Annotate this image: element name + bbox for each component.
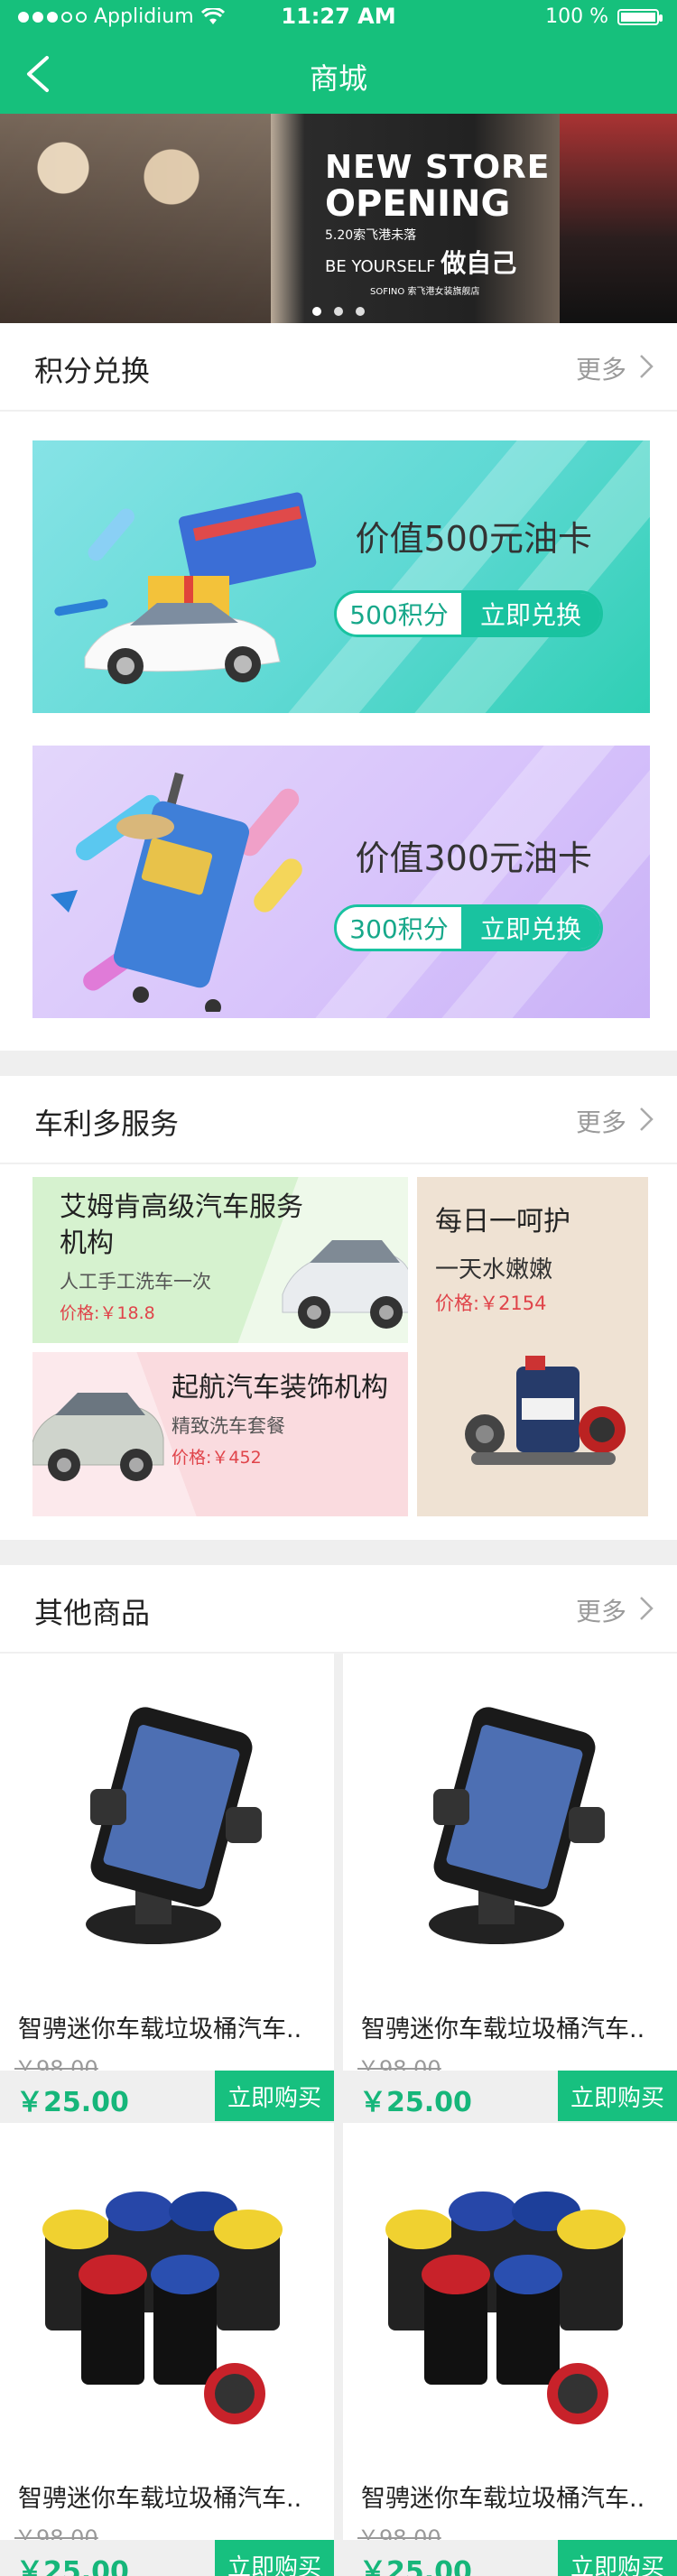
product-card[interactable]: 智骋迷你车载垃圾桶汽车.. ￥98.00 ￥25.00 立即购买 [343,2123,677,2576]
product-card[interactable]: 智骋迷你车载垃圾桶汽车.. ￥98.00 ￥25.00 立即购买 [343,1654,677,2121]
banner-photo-left [0,114,271,323]
app-root: Applidium 11:27 AM 100 % 商城 NEW STORE OP… [0,0,677,2576]
product-name: 智骋迷你车载垃圾桶汽车.. [18,2015,302,2043]
points-cost: 500积分 [337,593,461,635]
page-title: 商城 [309,61,367,96]
product-card[interactable]: 智骋迷你车载垃圾桶汽车.. ￥98.00 ￥25.00 立即购买 [0,1654,334,2121]
redeem-label: 立即兑换 [461,593,600,635]
luggage-illustration [51,772,302,1012]
car-services-section: 车利多服务 更多 艾姆肯高级汽车服务机构 人工手工洗车一次 价格:￥18.8 起… [0,1076,677,1540]
product-price-bar: ￥25.00 立即购买 [0,2540,334,2576]
product-name: 智骋迷你车载垃圾桶汽车.. [18,2485,302,2513]
promo-banner[interactable]: NEW STORE OPENING 5.20索飞港未落 BE YOURSELF … [0,114,677,323]
buy-now-button[interactable]: 立即购买 [558,2071,677,2121]
section-header: 车利多服务 更多 [0,1076,677,1164]
service-tile-carwash[interactable]: 艾姆肯高级汽车服务机构 人工手工洗车一次 价格:￥18.8 [32,1177,408,1343]
buy-now-button[interactable]: 立即购买 [215,2540,334,2576]
status-bar: Applidium 11:27 AM 100 % [0,0,677,36]
pager-dot[interactable] [312,307,321,316]
banner-subline: 5.20索飞港未落 [325,228,417,243]
exchange-card-oil-300[interactable]: 价值300元油卡 300积分 立即兑换 [32,746,650,1018]
section-header: 积分兑换 更多 [0,323,677,412]
battery-icon [617,8,663,25]
banner-headline-2: OPENING [325,183,511,225]
service-tile-decoration[interactable]: 起航汽车装饰机构 精致洗车套餐 价格:￥452 [32,1352,408,1516]
points-cost: 300积分 [337,907,461,949]
status-battery-group: 100 % [545,5,663,28]
car-gift-illustration [54,492,317,684]
product-name: 智骋迷你车载垃圾桶汽车.. [361,2015,645,2043]
battery-percent: 100 % [545,5,608,28]
redeem-label: 立即兑换 [461,907,600,949]
service-price: 价格:￥2154 [435,1293,547,1314]
trash-bin-image [0,2123,334,2457]
motor-oil-image [465,1356,626,1465]
section-title: 车利多服务 [34,1107,180,1141]
car-image [32,1393,164,1481]
service-price: 价格:￥452 [172,1448,262,1468]
exchange-card-title: 价值500元油卡 [355,519,592,559]
service-desc: 精致洗车套餐 [172,1415,285,1437]
points-exchange-section: 积分兑换 更多 价值500元油卡 500积分 立即兑换 价值300元油卡 300… [0,323,677,1051]
banner-photo-right [560,114,677,323]
product-price: ￥25.00 [359,2087,472,2118]
redeem-button[interactable]: 300积分 立即兑换 [334,904,603,951]
pager-dot[interactable] [356,307,365,316]
banner-tagline-en: BE YOURSELF [325,257,436,276]
nav-bar: 商城 [0,36,677,114]
redeem-button[interactable]: 500积分 立即兑换 [334,590,603,637]
product-price: ￥25.00 [16,2087,129,2118]
section-header: 其他商品 更多 [0,1565,677,1654]
buy-now-button[interactable]: 立即购买 [558,2540,677,2576]
buy-now-button[interactable]: 立即购买 [215,2071,334,2121]
chevron-right-icon[interactable] [639,1107,654,1132]
banner-pager[interactable] [0,307,677,316]
banner-headline-1: NEW STORE [325,149,551,186]
service-name: 每日一呵护 [435,1206,570,1237]
banner-tagline: BE YOURSELF 做自己 [325,244,550,280]
product-price: ￥25.00 [359,2556,472,2576]
service-tile-care[interactable]: 每日一呵护 一天水嫩嫩 价格:￥2154 [417,1177,648,1516]
exchange-card-oil-500[interactable]: 价值500元油卡 500积分 立即兑换 [32,440,650,713]
product-price-bar: ￥25.00 立即购买 [343,2071,677,2121]
product-price: ￥25.00 [16,2556,129,2576]
more-link[interactable]: 更多 [576,1103,626,1139]
section-title: 其他商品 [34,1596,151,1630]
trash-bin-image [343,2123,677,2457]
more-link[interactable]: 更多 [576,350,626,386]
phone-holder-image [0,1654,334,1988]
phone-holder-image [343,1654,677,1988]
other-products-section: 其他商品 更多 智骋迷你车载垃圾桶汽车.. ￥98.00 ￥25.00 立即购买 [0,1565,677,2576]
product-name: 智骋迷你车载垃圾桶汽车.. [361,2485,645,2513]
service-desc: 一天水嫩嫩 [435,1256,553,1283]
chevron-right-icon[interactable] [639,1596,654,1621]
service-name: 起航汽车装饰机构 [172,1372,388,1404]
car-image [282,1240,408,1329]
banner-tagline-cn: 做自己 [441,248,517,278]
section-title: 积分兑换 [34,354,151,388]
service-desc: 人工手工洗车一次 [60,1271,211,1293]
more-link[interactable]: 更多 [576,1592,626,1628]
product-price-bar: ￥25.00 立即购买 [343,2540,677,2576]
exchange-card-title: 价值300元油卡 [355,839,592,878]
chevron-right-icon[interactable] [639,354,654,379]
pager-dot[interactable] [334,307,343,316]
service-price: 价格:￥18.8 [60,1303,155,1323]
product-card[interactable]: 智骋迷你车载垃圾桶汽车.. ￥98.00 ￥25.00 立即购买 [0,2123,334,2576]
banner-text: NEW STORE OPENING 5.20索飞港未落 BE YOURSELF … [325,149,551,298]
product-price-bar: ￥25.00 立即购买 [0,2071,334,2121]
top-bar: Applidium 11:27 AM 100 % 商城 [0,0,677,114]
banner-brand: SOFINO 索飞港女装旗舰店 [370,287,480,297]
